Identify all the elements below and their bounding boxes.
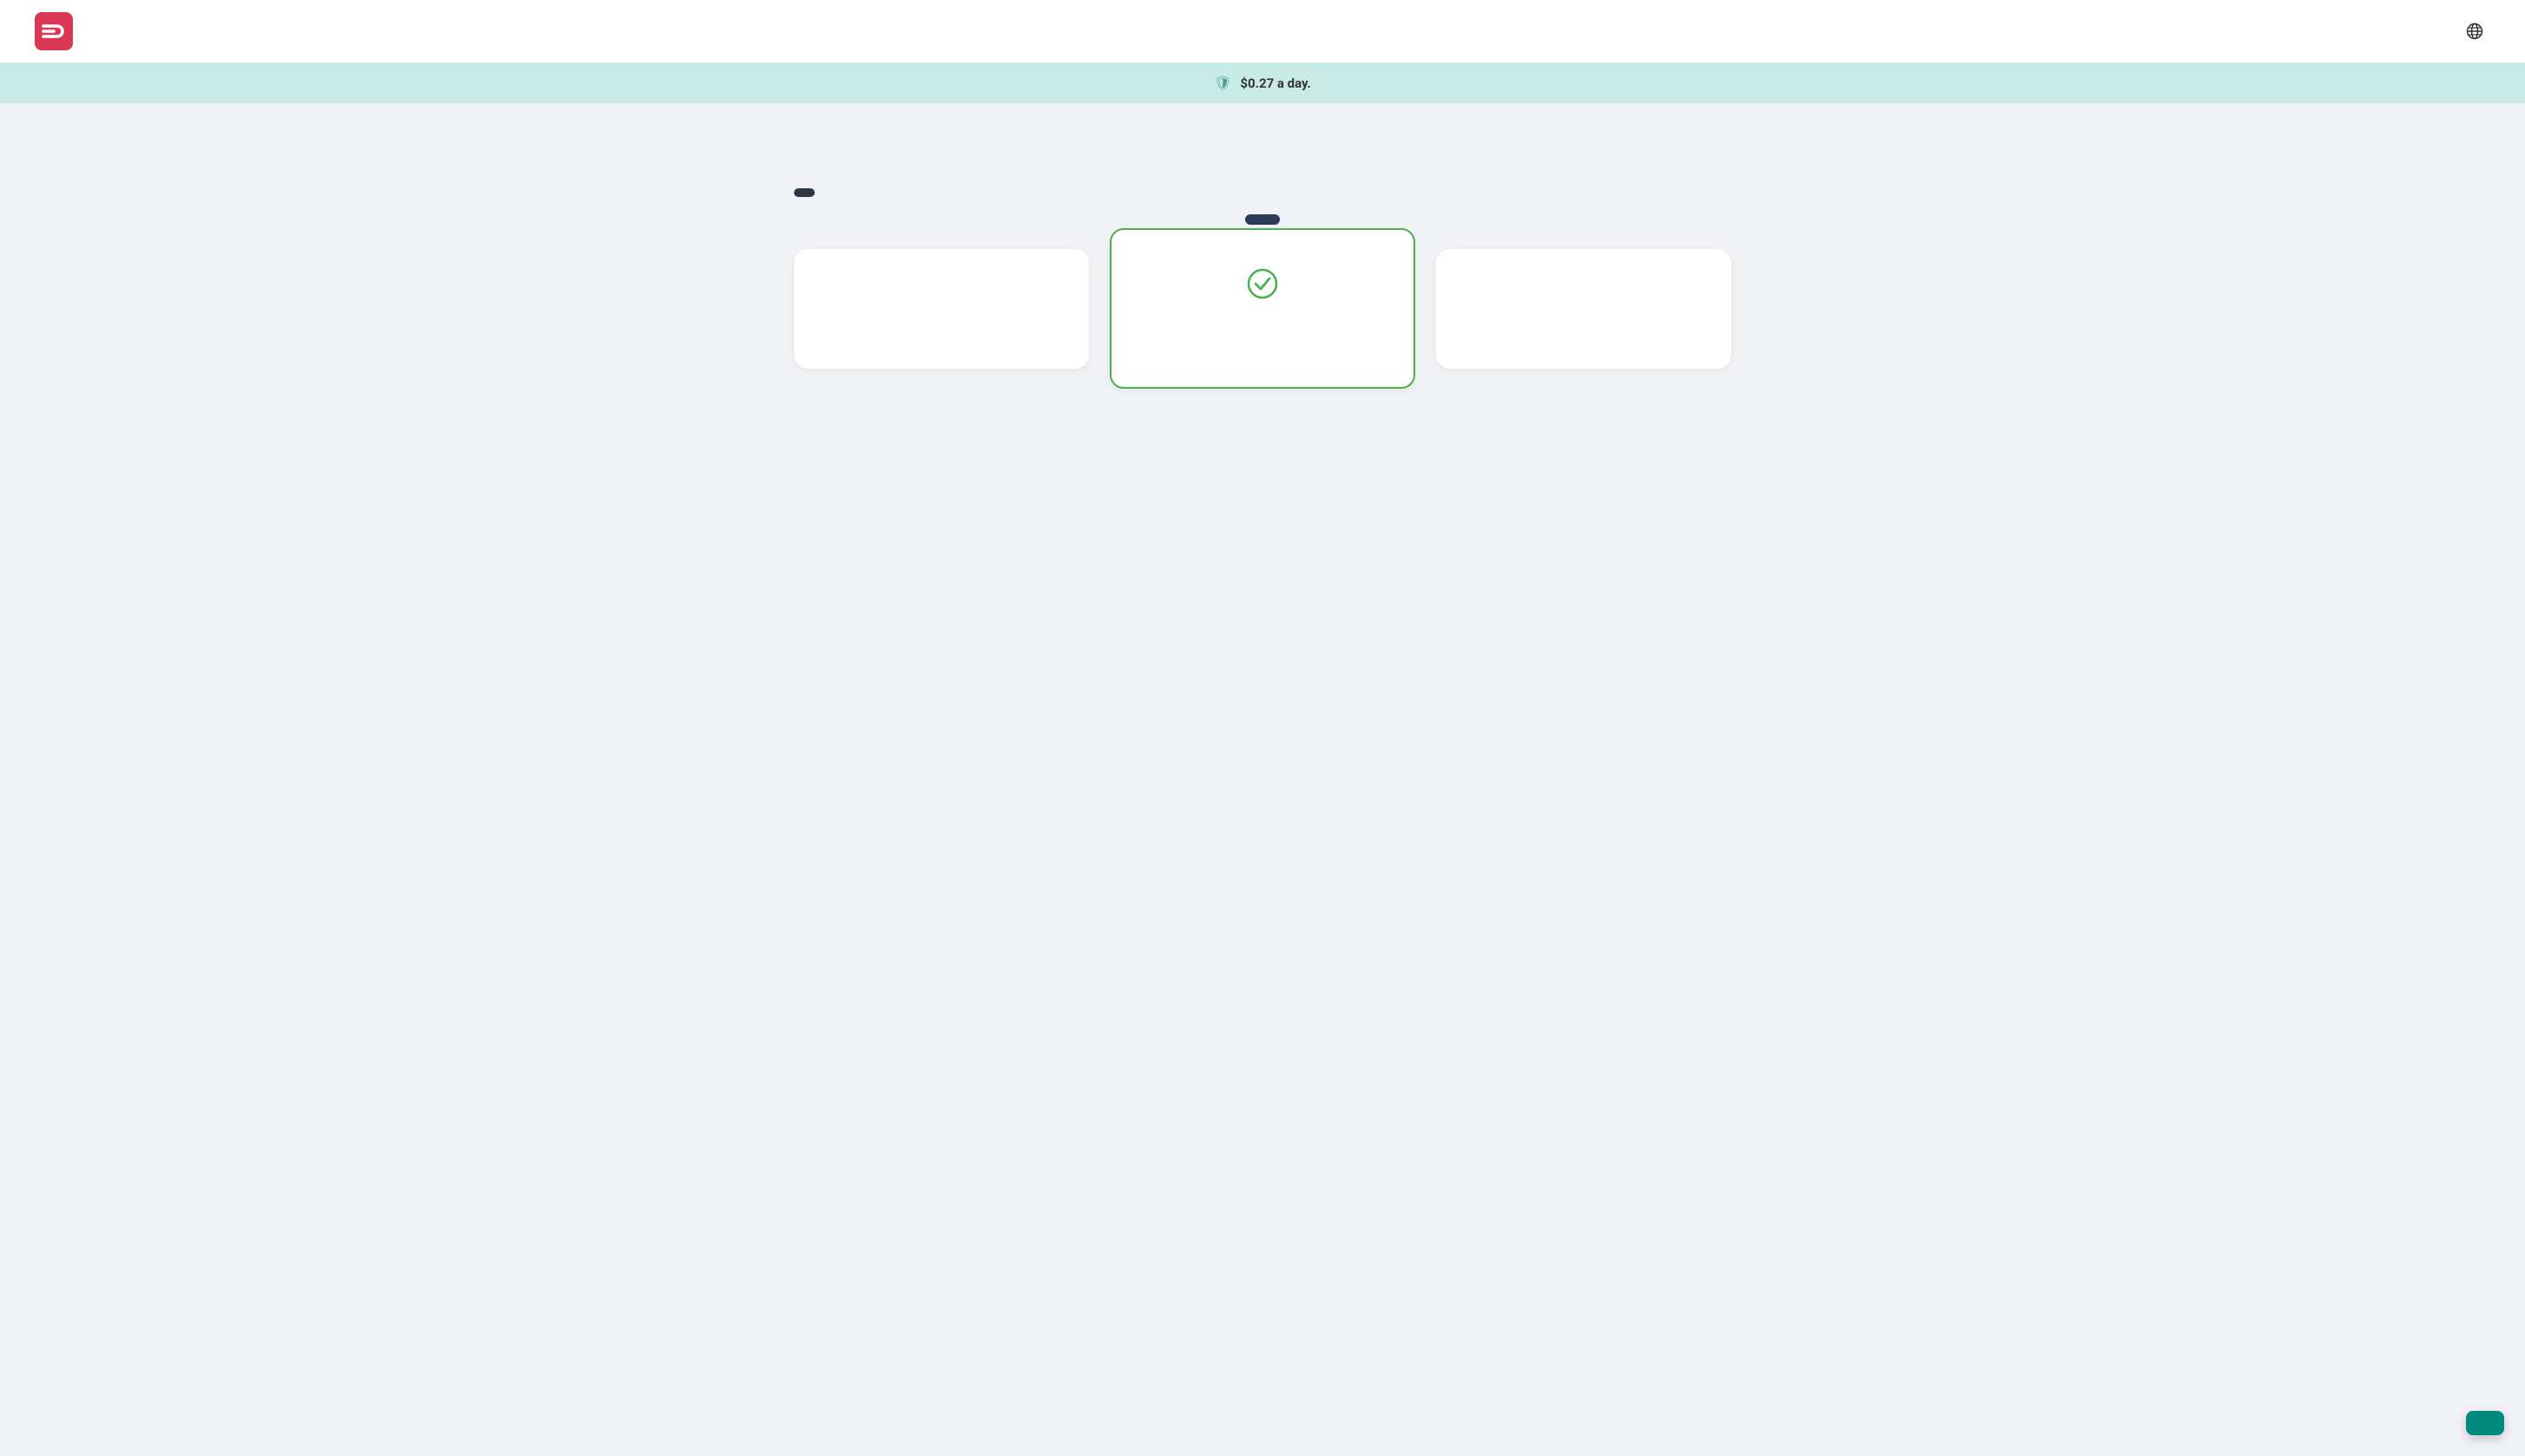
language-selector[interactable] xyxy=(2466,23,2490,40)
globe-icon xyxy=(2466,23,2483,40)
plan-6months[interactable] xyxy=(1436,249,1731,369)
logo[interactable] xyxy=(35,12,82,50)
plan-6months-price xyxy=(1466,306,1702,315)
step-1-header xyxy=(794,188,1731,197)
expressvpn-logo-icon xyxy=(35,12,73,50)
promo-banner: 🛡 $0.27 a day. xyxy=(0,62,2525,103)
shield-icon: 🛡 xyxy=(1214,75,1231,91)
banner-content: 🛡 $0.27 a day. xyxy=(1214,75,1311,91)
site-header xyxy=(0,0,2525,62)
main-content xyxy=(742,103,1783,500)
plan-1month[interactable] xyxy=(794,249,1089,369)
plan-check-icon xyxy=(1139,268,1386,305)
most-popular-badge xyxy=(1245,214,1280,225)
step-badge xyxy=(794,188,815,197)
plan-1month-price xyxy=(823,306,1059,315)
plan-12months[interactable] xyxy=(1110,228,1415,389)
chat-button[interactable] xyxy=(2466,1411,2504,1435)
banner-message: $0.27 a day. xyxy=(1240,75,1310,91)
plans-container xyxy=(794,228,1731,389)
plan-12months-price xyxy=(1139,326,1386,335)
